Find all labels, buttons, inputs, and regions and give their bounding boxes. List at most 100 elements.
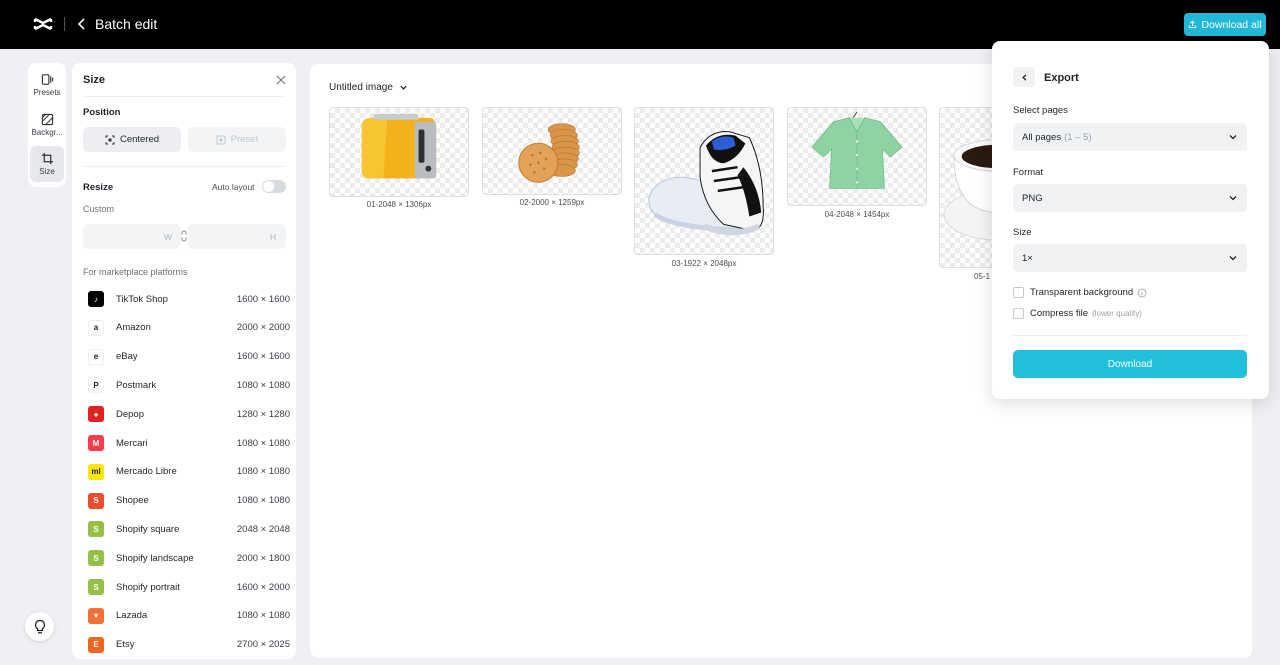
platform-name: Amazon [116, 322, 151, 334]
auto-layout-toggle[interactable] [262, 180, 286, 193]
platform-name: Shopify square [116, 523, 180, 535]
toggle-knob [263, 181, 274, 192]
rail-item-background[interactable]: Backgr... [30, 107, 64, 143]
image-thumbnail-toaster[interactable] [329, 107, 469, 197]
download-button[interactable]: Download [1013, 350, 1247, 378]
compress-file-checkbox[interactable]: Compress file (lower quality) [1013, 308, 1142, 319]
platform-name: Mercado Libre [116, 466, 177, 478]
platform-item[interactable]: a Amazon 2000 × 2000 [78, 314, 290, 342]
marketplace-label: For marketplace platforms [83, 267, 188, 277]
size-value: 1× [1022, 252, 1033, 264]
platform-logo-icon: S [88, 579, 104, 595]
help-button[interactable] [25, 612, 54, 641]
platform-item[interactable]: ● Depop 1280 × 1280 [78, 400, 290, 428]
format-label: Format [1013, 167, 1044, 178]
platform-name: Shopify portrait [116, 581, 180, 593]
preset-label: Preset [230, 134, 259, 145]
divider [83, 166, 285, 167]
platform-item[interactable]: S Shopee 1080 × 1080 [78, 487, 290, 515]
document-title-dropdown[interactable]: Untitled image [329, 82, 408, 93]
platform-size: 1600 × 2000 [236, 581, 290, 593]
crop-icon [41, 152, 53, 165]
platform-item[interactable]: S Shopify portrait 1600 × 2000 [78, 573, 290, 601]
export-title: Export [1044, 72, 1079, 84]
platform-name: Shopify landscape [116, 552, 194, 564]
auto-layout-label: Auto layout [212, 182, 255, 192]
background-icon [41, 113, 53, 126]
width-suffix: W [164, 232, 173, 242]
platform-item[interactable]: ♥ Lazada 1080 × 1080 [78, 602, 290, 630]
image-caption: 02-2000 × 1259px [519, 198, 585, 207]
download-all-label: Download all [1201, 18, 1262, 31]
platform-logo-icon: E [88, 636, 104, 653]
platform-size: 1080 × 1080 [236, 379, 290, 391]
shirt-image [811, 111, 903, 189]
platform-item[interactable]: e eBay 1600 × 1600 [78, 343, 290, 371]
preset-button[interactable]: Preset [188, 127, 286, 152]
image-thumbnail-sneaker[interactable] [634, 107, 774, 255]
divider [1013, 335, 1247, 336]
centered-button[interactable]: Centered [83, 127, 181, 152]
platform-item[interactable]: M Mercari 1080 × 1080 [78, 429, 290, 457]
platform-size: 1080 × 1080 [236, 466, 290, 478]
size-dropdown[interactable]: 1× [1013, 244, 1247, 272]
lightbulb-icon [34, 619, 45, 633]
select-pages-label: Select pages [1013, 105, 1068, 116]
platform-name: Etsy [116, 639, 135, 651]
download-all-button[interactable]: Download all [1184, 13, 1266, 36]
platform-logo-icon: ♥ [88, 607, 104, 624]
format-dropdown[interactable]: PNG [1013, 184, 1247, 212]
platform-size: 1600 × 1600 [236, 293, 290, 305]
chevron-down-icon [400, 85, 407, 90]
platform-name: TikTok Shop [116, 293, 168, 305]
rail-item-size[interactable]: Size [30, 146, 64, 182]
close-icon[interactable] [274, 73, 288, 87]
rail-label: Backgr... [31, 128, 63, 137]
info-icon[interactable] [1137, 288, 1147, 298]
preset-icon [216, 135, 226, 144]
platform-logo-icon: P [88, 377, 104, 394]
position-label: Position [83, 107, 121, 118]
platform-item[interactable]: P Postmark 1080 × 1080 [78, 371, 290, 399]
select-pages-dropdown[interactable]: All pages (1 – 5) [1013, 123, 1247, 151]
platform-name: Postmark [116, 379, 157, 391]
platform-size: 1080 × 1080 [236, 437, 290, 449]
rail-label: Size [39, 167, 55, 176]
platform-item[interactable]: ml Mercado Libre 1080 × 1080 [78, 458, 290, 486]
toaster-image [361, 113, 437, 179]
capcut-logo-icon[interactable] [33, 14, 53, 34]
rail-item-presets[interactable]: Presets [30, 67, 64, 103]
platform-logo-icon: ● [88, 406, 104, 423]
platform-size: 1080 × 1080 [236, 610, 290, 622]
platform-logo-icon: S [88, 550, 104, 567]
back-chevron-icon[interactable] [74, 15, 90, 33]
image-thumbnail-shirt[interactable] [787, 107, 927, 206]
platform-item[interactable]: S Shopify square 2048 × 2048 [78, 515, 290, 543]
height-suffix: H [270, 232, 277, 242]
transparent-background-checkbox[interactable]: Transparent background [1013, 287, 1147, 298]
panel-title: Size [83, 74, 106, 86]
export-back-button[interactable] [1013, 67, 1035, 87]
platform-size: 1600 × 1600 [236, 351, 290, 363]
compress-hint: (lower quality) [1092, 309, 1142, 318]
platform-logo-icon: ml [88, 463, 104, 480]
sneaker-image [648, 131, 764, 236]
format-value: PNG [1022, 192, 1043, 204]
presets-icon [41, 74, 53, 85]
center-icon [105, 135, 115, 144]
platform-logo-icon: e [88, 348, 104, 365]
platform-size: 2000 × 1800 [236, 552, 290, 564]
compress-file-label: Compress file [1030, 308, 1089, 319]
checkbox-box [1013, 287, 1024, 298]
platform-item[interactable]: E Etsy 2700 × 2025 [78, 631, 290, 659]
chevron-down-icon [1229, 256, 1237, 261]
transparent-background-label: Transparent background [1030, 287, 1134, 298]
document-title: Untitled image [329, 82, 393, 93]
image-thumbnail-biscuits[interactable] [482, 107, 622, 195]
size-label: Size [1013, 227, 1032, 238]
platform-item[interactable]: S Shopify landscape 2000 × 1800 [78, 544, 290, 572]
platform-logo-icon: ♪ [88, 291, 104, 307]
link-icon[interactable] [180, 230, 188, 242]
platform-item[interactable]: ♪ TikTok Shop 1600 × 1600 [78, 285, 290, 313]
page-title: Batch edit [95, 16, 158, 32]
